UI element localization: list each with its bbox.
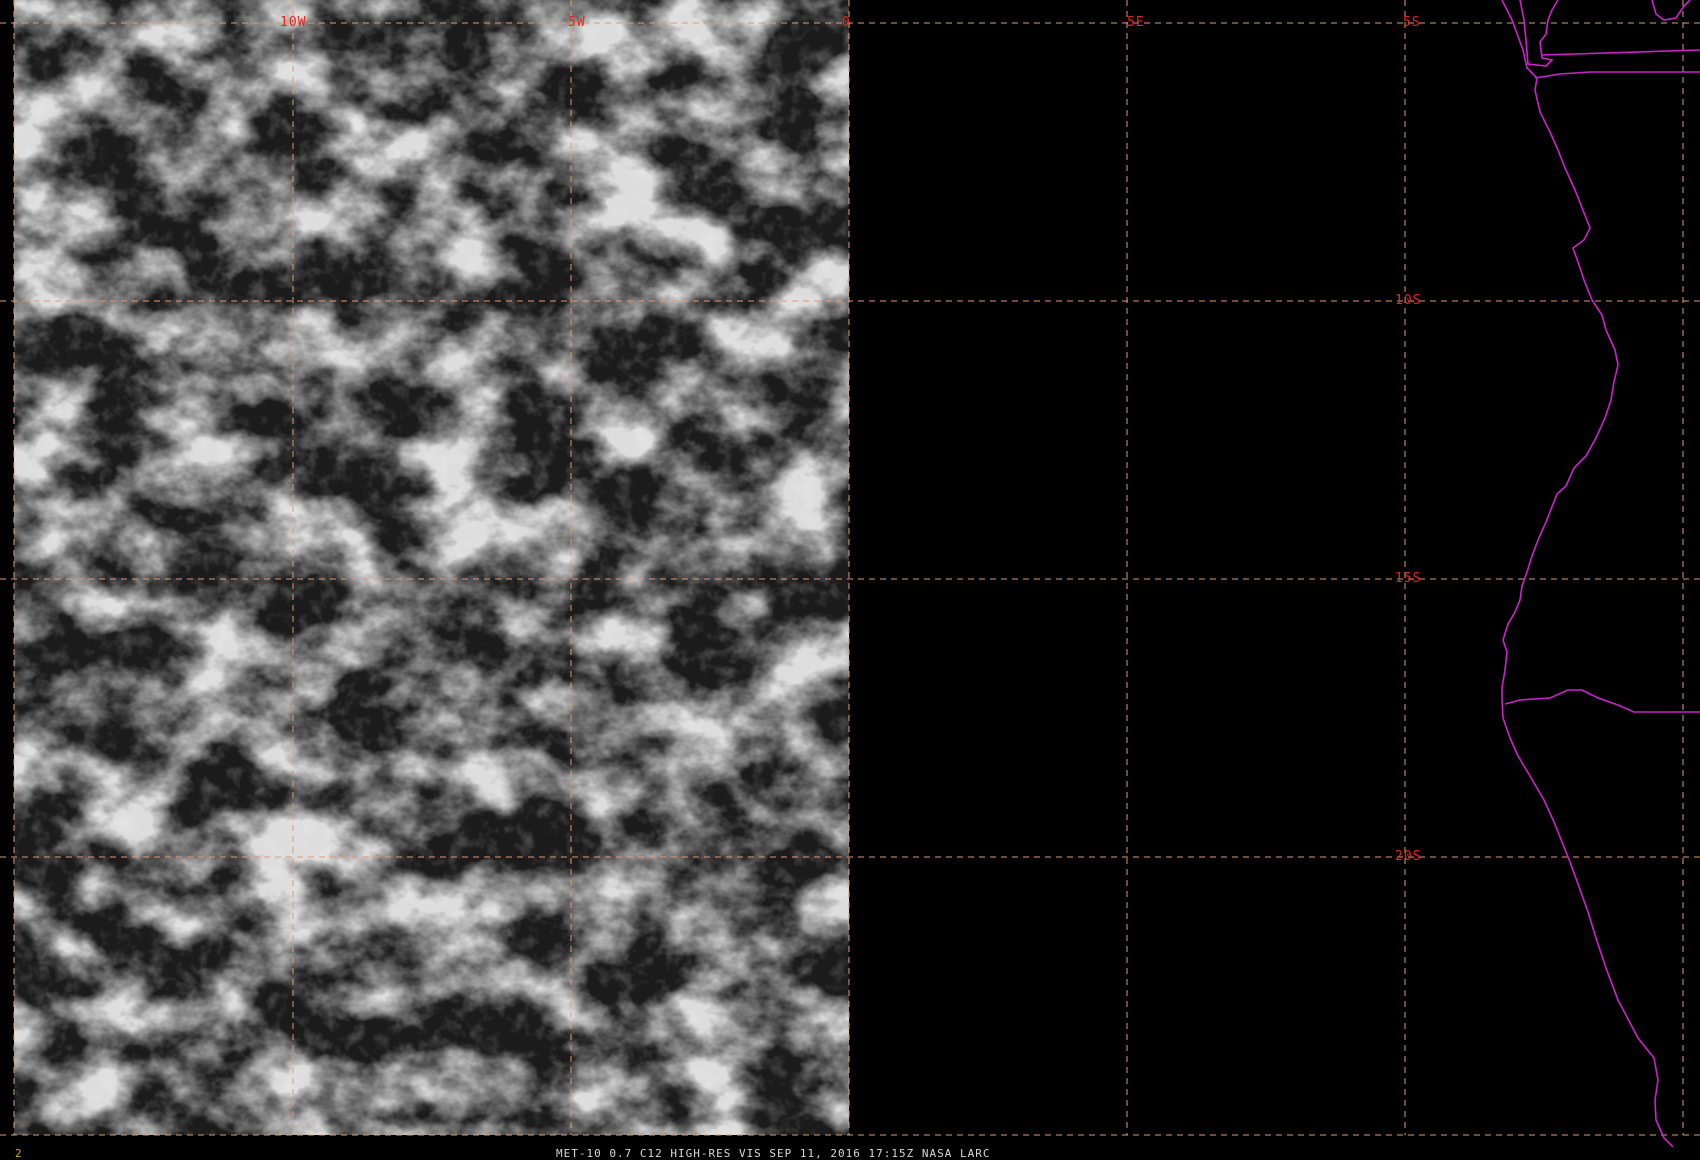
grid-label-lat: 15S (1395, 571, 1422, 586)
grid-label-lon: 0 (842, 15, 851, 30)
boundary-angola-north (1519, 0, 1559, 67)
cloud-detail (14, 0, 849, 1135)
satellite-image-svg (0, 0, 1700, 1147)
satellite-image: 10W 5W 0 5E 5S 10S 15S 20S (0, 0, 1700, 1147)
boundary-congo-angola (1534, 71, 1700, 79)
coastline (1501, 0, 1674, 1147)
grid-label-lat: 20S (1395, 849, 1422, 864)
image-caption: MET-10 0.7 C12 HIGH-RES VIS SEP 11, 2016… (556, 1147, 991, 1160)
boundary-angola-namibia (1504, 689, 1700, 713)
grid-label-lon: 5E (1127, 15, 1145, 30)
grid-label-lon: 10W (280, 15, 307, 30)
boundary-upper-right (1651, 0, 1691, 21)
coastline-boundaries (1501, 0, 1700, 1147)
grid-label-lat: 10S (1395, 293, 1422, 308)
status-bar: 2 MET-10 0.7 C12 HIGH-RES VIS SEP 11, 20… (0, 1147, 1700, 1160)
grid-label-lat: 5S (1403, 15, 1421, 30)
grid-label-lon: 5W (568, 15, 586, 30)
frame-number: 2 (15, 1147, 23, 1160)
boundary-drc (1541, 49, 1700, 56)
